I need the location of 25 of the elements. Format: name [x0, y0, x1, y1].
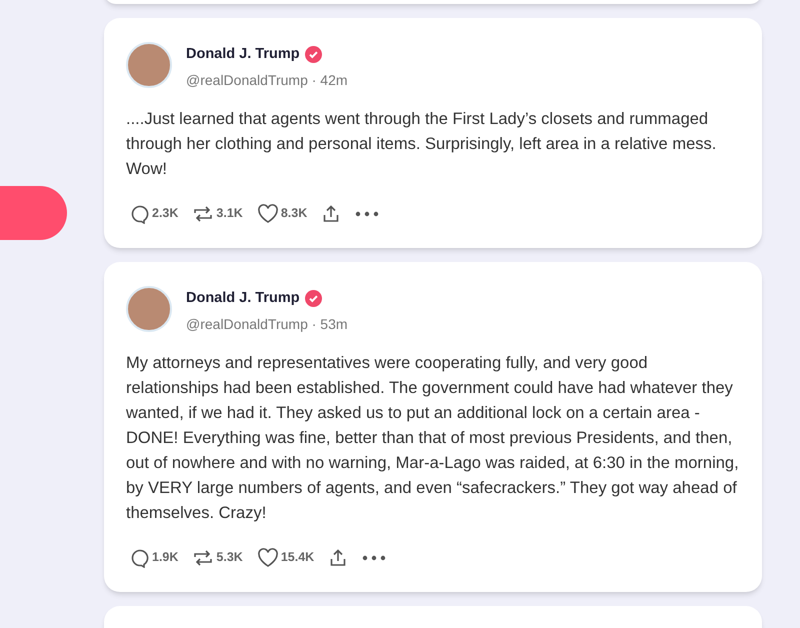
handle-and-time: @realDonaldTrump · 42m: [186, 70, 348, 90]
heart-icon: [256, 204, 279, 224]
repost-icon: [192, 548, 214, 568]
repost-button[interactable]: 5.3K: [192, 548, 243, 568]
avatar[interactable]: [126, 42, 172, 88]
post-text: ....Just learned that agents went through the First Lady’s closets and rummaged through her clothing and personal items. Surprisingly, left area in a relative mess. Wow!: [126, 108, 718, 180]
reply-icon: [130, 548, 150, 568]
reply-icon: [130, 204, 150, 224]
heart-icon: [256, 548, 279, 568]
nav-pill[interactable]: [0, 186, 67, 240]
like-button[interactable]: 8.3K: [256, 204, 308, 224]
share-icon[interactable]: [321, 204, 342, 224]
handle-and-time: @realDonaldTrump · 53m: [186, 314, 348, 334]
post-text: My attorneys and representatives were cooperating fully, and very good relationships had been established. The government could have had whatever they wanted, if we had it. They asked us to put an additional lock on a certain area - DONE! Everything was fine, better than that of most previous Presidents, and then, out of nowhere and with no warning, Mar-a-Lago was raided, at 6:30 in the morning, by VERY large numbers of agents, and even “safecrackers.” They got way ahead of themselves. Crazy!: [126, 352, 740, 524]
reply-button[interactable]: 2.3K: [130, 204, 178, 224]
share-icon[interactable]: [328, 548, 348, 568]
avatar[interactable]: [126, 286, 172, 332]
more-icon[interactable]: [355, 210, 380, 217]
like-button[interactable]: 15.4K: [256, 548, 314, 568]
author-name[interactable]: Donald J. Trump: [186, 288, 300, 310]
reply-button[interactable]: 1.9K: [130, 548, 178, 568]
more-icon[interactable]: [362, 554, 386, 560]
author-name[interactable]: Donald J. Trump: [186, 44, 300, 66]
repost-icon: [192, 204, 214, 224]
repost-button[interactable]: 3.1K: [192, 204, 243, 224]
